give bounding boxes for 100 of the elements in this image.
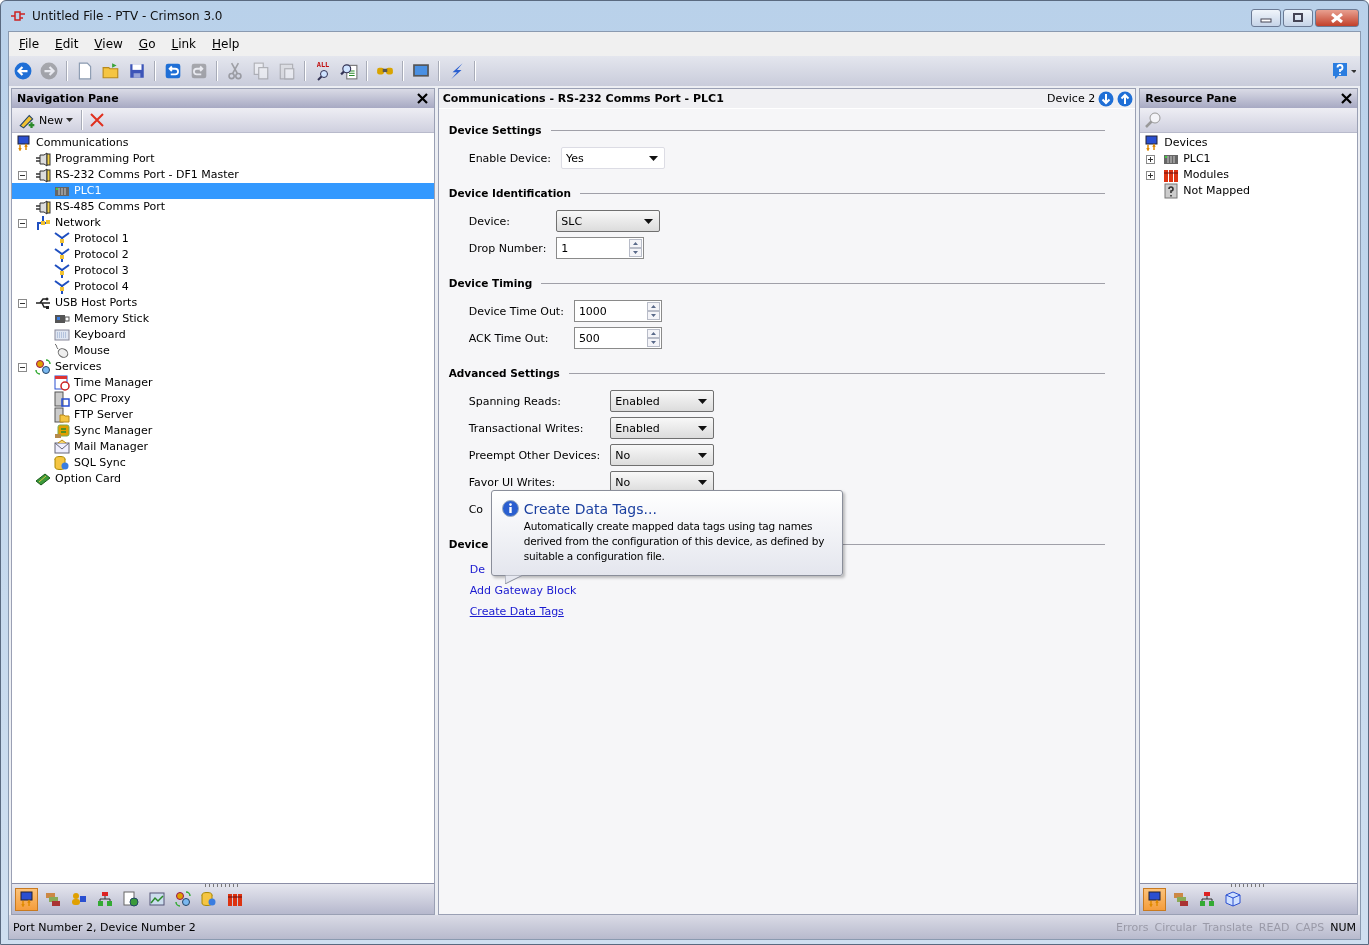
- tree-item[interactable]: Devices: [1140, 135, 1357, 151]
- tree-item[interactable]: Services: [12, 359, 434, 375]
- link[interactable]: Create Data Tags: [469, 601, 564, 622]
- maximize-button[interactable]: [1283, 9, 1313, 27]
- tree-item[interactable]: Communications: [12, 135, 434, 151]
- caret-icon: [66, 118, 73, 122]
- tree-label: Time Manager: [74, 375, 153, 391]
- caret-icon: [698, 425, 708, 431]
- expand-toggle[interactable]: [1146, 170, 1156, 180]
- field-label: Co: [468, 502, 484, 516]
- menu-item[interactable]: Go: [130, 35, 164, 53]
- collapse-toggle[interactable]: [18, 218, 27, 228]
- tree-label: Mail Manager: [74, 439, 149, 455]
- resize-grip[interactable]: [204, 884, 241, 887]
- number-field[interactable]: 1000: [573, 300, 662, 322]
- computer-icon: [16, 135, 32, 151]
- undo-icon: [164, 62, 182, 80]
- network-icon: [35, 215, 51, 231]
- category-tab[interactable]: [1143, 887, 1167, 911]
- tree-label: PLC1: [1183, 151, 1211, 167]
- field-label: Drop Number:: [468, 241, 547, 255]
- close-button[interactable]: [1339, 91, 1353, 106]
- picture-frame-icon: [148, 891, 165, 907]
- tree-item[interactable]: Not Mapped: [1140, 183, 1357, 199]
- dropdown[interactable]: Yes: [561, 147, 665, 169]
- number-field[interactable]: 1: [556, 237, 645, 259]
- menu-item[interactable]: File: [11, 35, 48, 53]
- menu-item[interactable]: Edit: [47, 35, 87, 53]
- tree-label: OPC Proxy: [74, 391, 131, 407]
- tree-item[interactable]: Mail Manager: [12, 439, 434, 455]
- connector-icon: [35, 199, 51, 215]
- collapse-toggle[interactable]: [18, 298, 27, 308]
- tree-label: Sync Manager: [74, 423, 153, 439]
- spin-buttons[interactable]: [646, 329, 660, 347]
- tree-item[interactable]: FTP Server: [12, 407, 434, 423]
- tree-item[interactable]: Programming Port: [12, 151, 434, 167]
- tree-item[interactable]: Option Card: [12, 471, 434, 487]
- tree-item[interactable]: Protocol 1: [12, 231, 434, 247]
- resize-grip[interactable]: [1230, 884, 1267, 887]
- tree-item[interactable]: OPC Proxy: [12, 391, 434, 407]
- tree-item[interactable]: Protocol 2: [12, 247, 434, 263]
- spin-buttons[interactable]: [646, 302, 660, 320]
- section-heading: Device Timing: [448, 277, 533, 289]
- dropdown[interactable]: No: [610, 444, 715, 466]
- pane-title: Resource Pane: [1145, 92, 1237, 105]
- link[interactable]: Add Gateway Block: [469, 580, 577, 601]
- tree-item[interactable]: Protocol 4: [12, 279, 434, 295]
- minimize-button[interactable]: [1251, 9, 1281, 27]
- field-label: Favor UI Writes:: [468, 475, 556, 489]
- close-button[interactable]: [415, 91, 430, 106]
- server-icon: [54, 391, 70, 407]
- tree-item[interactable]: PLC1: [1140, 151, 1357, 167]
- new-button[interactable]: New: [16, 111, 75, 129]
- connector-icon: [35, 167, 51, 183]
- search-document-icon: [340, 62, 358, 80]
- section-heading: Device Identification: [448, 187, 571, 199]
- tree-label: Protocol 4: [74, 279, 129, 295]
- next-device-button[interactable]: [1098, 90, 1115, 107]
- tree-item[interactable]: USB Host Ports: [12, 295, 434, 311]
- menu-item[interactable]: View: [86, 35, 131, 53]
- spin-buttons[interactable]: [629, 239, 643, 257]
- section-heading: Device: [448, 538, 489, 550]
- dropdown[interactable]: SLC: [556, 210, 661, 232]
- caret-icon: [698, 398, 708, 404]
- usb-icon: [35, 295, 51, 311]
- tree-item[interactable]: Memory Stick: [12, 311, 434, 327]
- tree-item[interactable]: RS-485 Comms Port: [12, 199, 434, 215]
- tree-item[interactable]: Mouse: [12, 343, 434, 359]
- number-field[interactable]: 500: [573, 327, 662, 349]
- collapse-toggle[interactable]: [18, 362, 27, 372]
- editor-title: Communications - RS-232 Comms Port - PLC1: [442, 92, 724, 105]
- menu-item[interactable]: Link: [163, 35, 205, 53]
- link[interactable]: De: [469, 559, 485, 580]
- tree-item[interactable]: Protocol 3: [12, 263, 434, 279]
- layers-icon: [1172, 891, 1189, 907]
- tree-label: RS-232 Comms Port - DF1 Master: [55, 167, 239, 183]
- dropdown[interactable]: Enabled: [610, 417, 715, 439]
- tree-item[interactable]: RS-232 Comms Port - DF1 Master: [12, 167, 434, 183]
- close-icon: [1330, 13, 1344, 23]
- delete-button[interactable]: [89, 112, 105, 128]
- collapse-toggle[interactable]: [18, 170, 27, 180]
- tree-label: Option Card: [55, 471, 121, 487]
- menu-item[interactable]: Help: [204, 35, 248, 53]
- tree-item[interactable]: Keyboard: [12, 327, 434, 343]
- expand-toggle[interactable]: [1146, 154, 1156, 164]
- category-tab[interactable]: [15, 887, 38, 911]
- tree-item[interactable]: SQL Sync: [12, 455, 434, 471]
- field-label: Enable Device:: [468, 151, 551, 165]
- tree-item[interactable]: Time Manager: [12, 375, 434, 391]
- circuit-card-icon: [35, 471, 51, 487]
- gears-icon: [35, 359, 51, 375]
- tree-item[interactable]: Network: [12, 215, 434, 231]
- previous-device-button[interactable]: [1117, 90, 1134, 107]
- tree-item[interactable]: Modules: [1140, 167, 1357, 183]
- dropdown[interactable]: Enabled: [610, 390, 715, 412]
- field-label: Preempt Other Devices:: [468, 448, 601, 462]
- tree-label: Keyboard: [74, 327, 126, 343]
- tree-item[interactable]: Sync Manager: [12, 423, 434, 439]
- dropdown[interactable]: No: [610, 471, 715, 493]
- search-button[interactable]: [1144, 111, 1163, 129]
